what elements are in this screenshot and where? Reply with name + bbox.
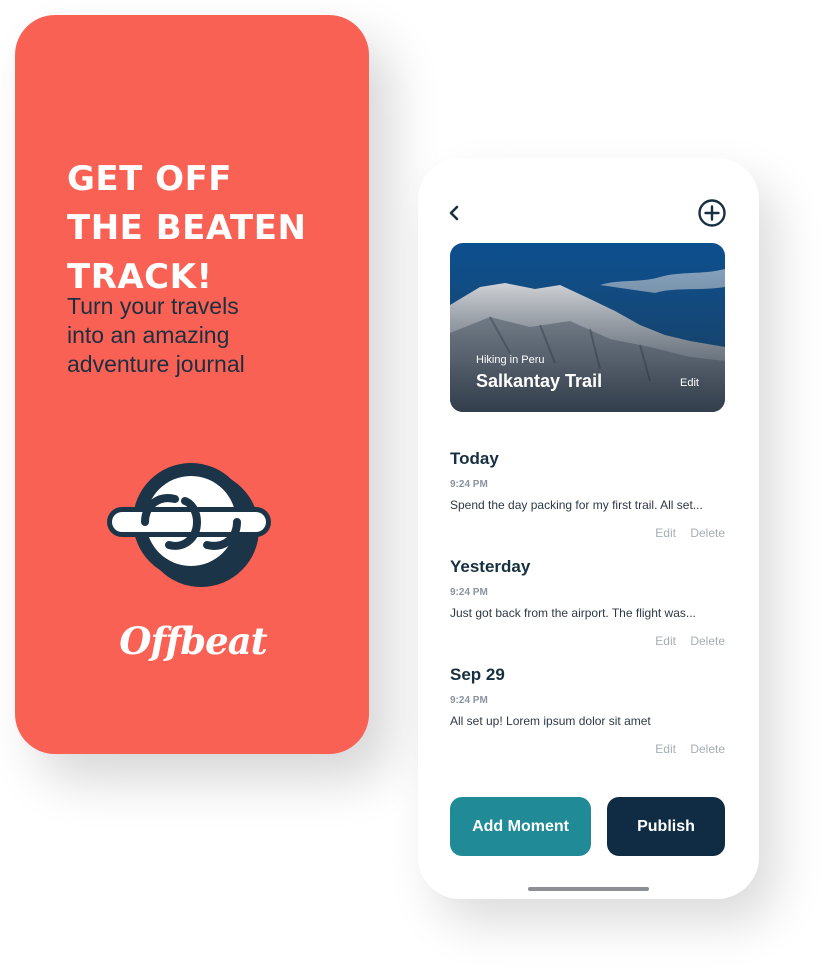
splash-subtitle: Turn your travels into an amazing advent…: [67, 292, 327, 379]
journal-entry: Yesterday 9:24 PM Just got back from the…: [450, 557, 725, 657]
plus-circle-icon[interactable]: [697, 198, 727, 228]
trip-subtitle: Hiking in Peru: [476, 354, 545, 366]
entry-time: 9:24 PM: [450, 695, 488, 706]
publish-button[interactable]: Publish: [607, 797, 725, 856]
entry-date: Sep 29: [450, 665, 505, 684]
entry-preview: Spend the day packing for my first trail…: [450, 498, 703, 512]
journal-screen: Hiking in Peru Salkantay Trail Edit Toda…: [418, 158, 759, 899]
entry-time: 9:24 PM: [450, 479, 488, 490]
trip-cover-card[interactable]: Hiking in Peru Salkantay Trail Edit: [450, 243, 725, 412]
journal-entry: Sep 29 9:24 PM All set up! Lorem ipsum d…: [450, 665, 725, 765]
subtitle-line: adventure journal: [67, 351, 245, 377]
delete-entry-button[interactable]: Delete: [690, 526, 725, 540]
edit-entry-button[interactable]: Edit: [655, 526, 676, 540]
delete-entry-button[interactable]: Delete: [690, 742, 725, 756]
entry-time: 9:24 PM: [450, 587, 488, 598]
entry-date: Today: [450, 449, 499, 468]
offbeat-wordmark: Offbeat: [119, 619, 268, 663]
headline-line: GET OFF: [67, 159, 233, 199]
edit-entry-button[interactable]: Edit: [655, 742, 676, 756]
entry-date: Yesterday: [450, 557, 531, 576]
entry-actions: Edit Delete: [644, 526, 725, 540]
subtitle-line: Turn your travels: [67, 293, 239, 319]
add-moment-button[interactable]: Add Moment: [450, 797, 591, 856]
trip-title: Salkantay Trail: [476, 371, 603, 391]
entry-preview: All set up! Lorem ipsum dolor sit amet: [450, 714, 651, 728]
splash-headline: GET OFF THE BEATEN TRACK!: [67, 155, 357, 302]
app-showcase: GET OFF THE BEATEN TRACK! Turn your trav…: [0, 0, 834, 975]
splash-screen: GET OFF THE BEATEN TRACK! Turn your trav…: [15, 15, 369, 754]
entry-actions: Edit Delete: [644, 634, 725, 648]
chevron-left-icon[interactable]: [446, 203, 462, 223]
headline-line: THE BEATEN: [67, 208, 307, 248]
entry-preview: Just got back from the airport. The flig…: [450, 606, 696, 620]
entry-actions: Edit Delete: [644, 742, 725, 756]
subtitle-line: into an amazing: [67, 322, 230, 348]
journal-entry: Today 9:24 PM Spend the day packing for …: [450, 449, 725, 549]
delete-entry-button[interactable]: Delete: [690, 634, 725, 648]
edit-trip-button[interactable]: Edit: [680, 377, 699, 389]
edit-entry-button[interactable]: Edit: [655, 634, 676, 648]
offbeat-logo-icon: [105, 455, 281, 591]
home-indicator: [528, 887, 649, 891]
